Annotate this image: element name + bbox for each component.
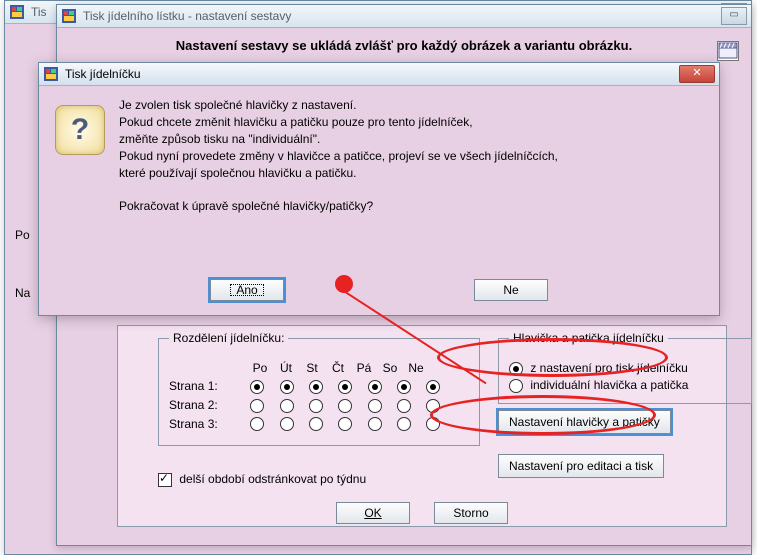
storno-button[interactable]: Storno (434, 502, 508, 524)
clapper-icon[interactable] (717, 41, 739, 61)
radio[interactable] (309, 417, 323, 431)
opt-label: individuální hlavička a patička (530, 378, 688, 392)
row-label: Strana 1: (169, 379, 241, 393)
radio[interactable] (368, 380, 382, 394)
ano-button[interactable]: Ano (210, 279, 284, 301)
radio[interactable] (426, 380, 440, 394)
days-header: PoÚtStČtPáSoNe (247, 361, 469, 375)
radio[interactable] (309, 380, 323, 394)
radio[interactable] (280, 399, 294, 413)
row-label: Strana 3: (169, 417, 241, 431)
radio[interactable] (397, 380, 411, 394)
radio[interactable] (338, 417, 352, 431)
radio[interactable] (250, 380, 264, 394)
radio[interactable] (250, 399, 264, 413)
schedule-group: Rozdělení jídelníčku: PoÚtStČtPáSoNe Str… (158, 338, 480, 446)
radio[interactable] (509, 379, 523, 393)
dialog-buttons: Ano Ne (39, 279, 719, 301)
btn-edit-row: Nastavení pro editaci a tisk (498, 454, 664, 478)
app-icon (9, 4, 25, 20)
radio[interactable] (368, 417, 382, 431)
radio[interactable] (397, 417, 411, 431)
week-checkbox[interactable] (158, 473, 172, 487)
radio[interactable] (280, 380, 294, 394)
dialog-message: Je zvolen tisk společné hlavičky z nasta… (119, 97, 699, 215)
app-icon (61, 8, 77, 24)
radio[interactable] (338, 399, 352, 413)
ok-button[interactable]: OK (336, 502, 410, 524)
question-icon: ? (55, 105, 105, 155)
checkbox-label: delší období odstránkovat po týdnu (179, 472, 366, 486)
confirm-dialog: Tisk jídelníčku ✕ ? Je zvolen tisk spole… (38, 62, 720, 316)
row-label: Strana 2: (169, 398, 241, 412)
schedule-legend: Rozdělení jídelníčku: (169, 331, 288, 345)
close-icon[interactable]: ✕ (679, 65, 715, 83)
radio[interactable] (309, 399, 323, 413)
checkbox-row: delší období odstránkovat po týdnu (158, 472, 366, 487)
po-label: Po (15, 228, 30, 242)
app-icon (43, 66, 59, 82)
na-label: Na (15, 286, 30, 300)
radio[interactable] (397, 399, 411, 413)
annotation-ellipse-btn (430, 395, 656, 435)
radio[interactable] (368, 399, 382, 413)
radio[interactable] (280, 417, 294, 431)
schedule-row-3: Strana 3: (169, 417, 469, 432)
bottom-buttons: OK Storno (336, 502, 508, 524)
schedule-row-1: Strana 1: (169, 379, 469, 394)
dialog-titlebar: Tisk jídelníčku ✕ (39, 63, 719, 86)
dialog-title: Tisk jídelníčku (65, 67, 679, 81)
ne-button[interactable]: Ne (474, 279, 548, 301)
banner: Nastavení sestavy se ukládá zvlášť pro k… (57, 28, 751, 59)
radio[interactable] (250, 417, 264, 431)
opt-individualni[interactable]: individuální hlavička a patička (509, 378, 741, 393)
main-titlebar: Tisk jídelního lístku - nastavení sestav… (57, 5, 751, 28)
main-title: Tisk jídelního lístku - nastavení sestav… (83, 9, 721, 23)
radio[interactable] (338, 380, 352, 394)
annotation-ellipse-opt1 (437, 338, 668, 377)
btn-nastaveni-edit[interactable]: Nastavení pro editaci a tisk (498, 454, 664, 478)
main-box-icon[interactable]: ▭ (721, 7, 747, 25)
schedule-row-2: Strana 2: (169, 398, 469, 413)
